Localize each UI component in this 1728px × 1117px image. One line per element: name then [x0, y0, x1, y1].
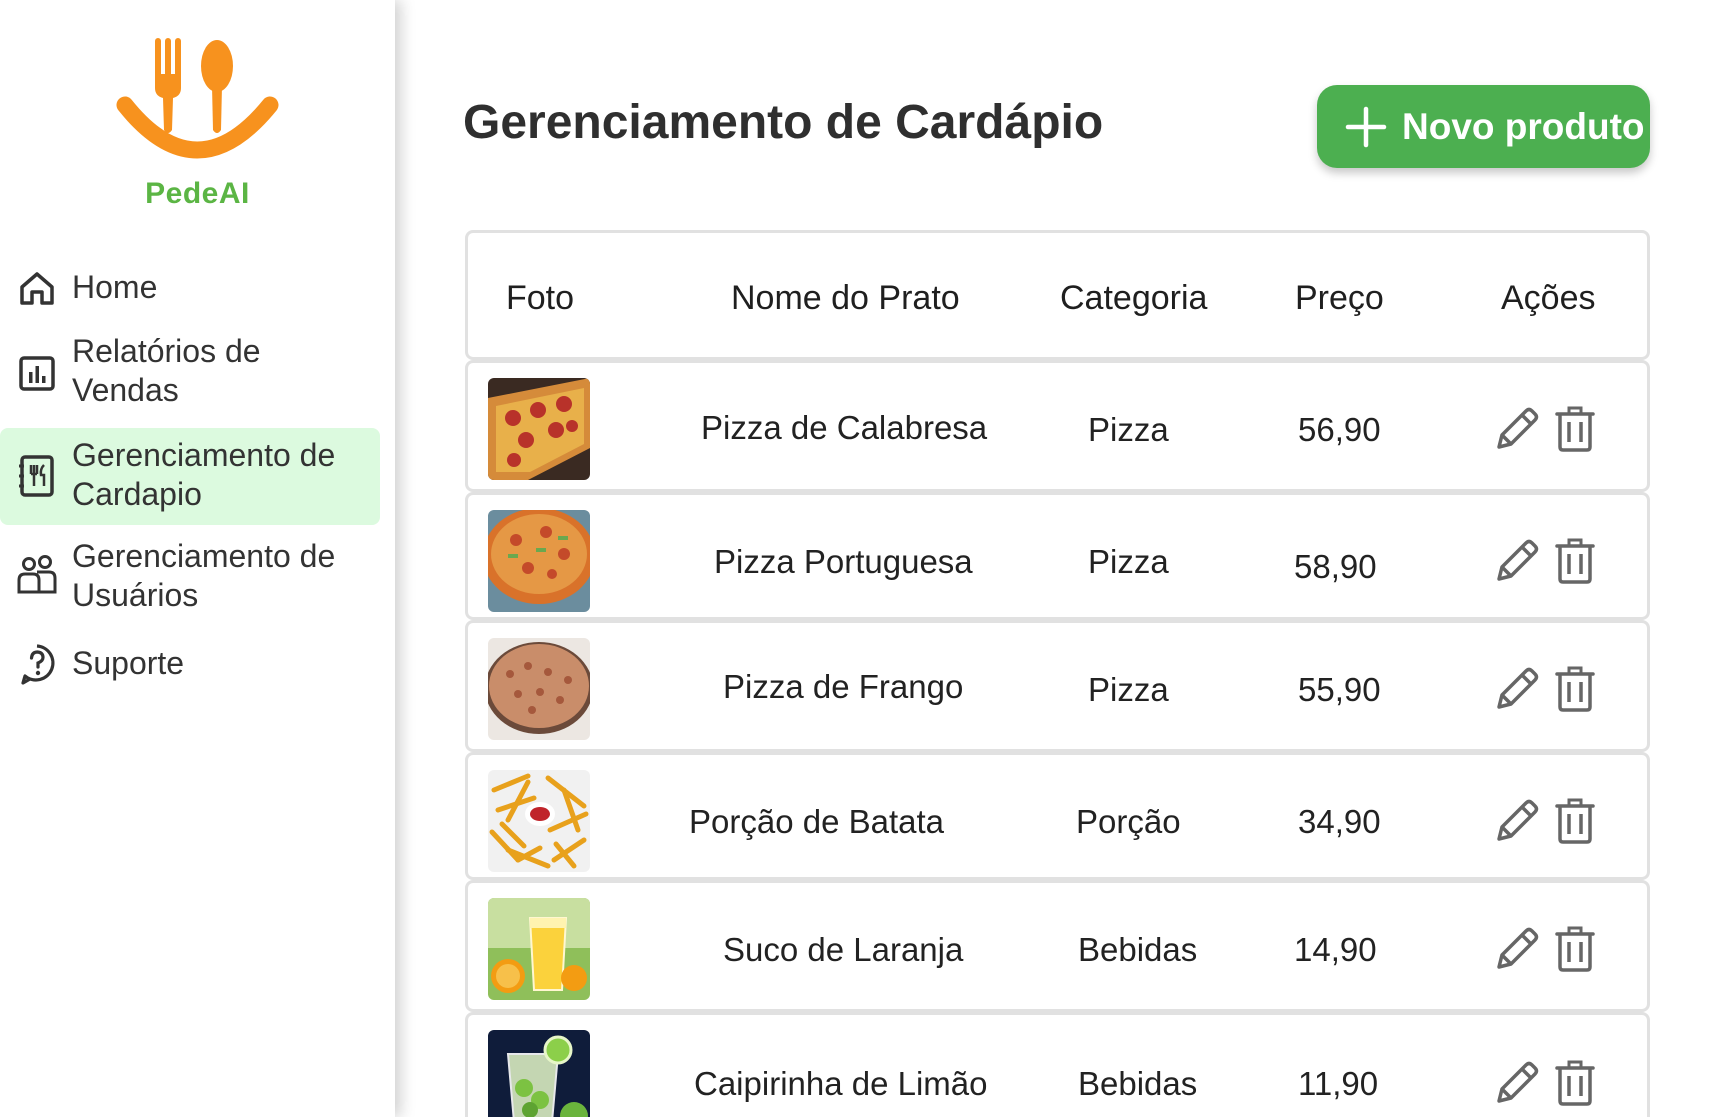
page-title: Gerenciamento de Cardápio	[463, 96, 1104, 149]
table-row: Caipirinha de Limão Bebidas 11,90	[465, 1012, 1650, 1117]
users-icon	[16, 554, 58, 596]
table-row: Pizza Portuguesa Pizza 58,90	[465, 492, 1650, 620]
edit-pencil-icon[interactable]	[1493, 797, 1541, 845]
column-header-preco[interactable]: Preço	[1295, 279, 1384, 318]
row-actions	[1493, 925, 1603, 975]
row-actions	[1493, 537, 1603, 587]
sidebar-item-suporte[interactable]: Suporte	[0, 640, 380, 688]
delete-trash-icon[interactable]	[1551, 1059, 1599, 1107]
bar-chart-icon	[16, 352, 58, 394]
edit-pencil-icon[interactable]	[1493, 537, 1541, 585]
help-circle-icon	[16, 643, 58, 685]
caipirinha-photo	[488, 1030, 590, 1117]
fork-spoon-smile-icon	[116, 38, 279, 159]
sidebar-item-usuarios[interactable]: Gerenciamento de Usuários	[0, 535, 380, 619]
table-header-row: Foto Nome do Prato Categoria Preço Ações	[465, 230, 1650, 360]
sidebar-item-relatorios[interactable]: Relatórios de Vendas	[0, 330, 380, 414]
sidebar-item-home[interactable]: Home	[0, 264, 380, 312]
row-actions	[1493, 405, 1603, 455]
row-category: Porção	[1076, 803, 1181, 840]
new-product-button[interactable]: Novo produto	[1317, 85, 1650, 168]
row-actions	[1493, 1059, 1603, 1109]
batata-frita-photo	[488, 770, 590, 872]
pizza-frango-photo	[488, 638, 590, 740]
table-row: Pizza de Calabresa Pizza 56,90	[465, 360, 1650, 492]
row-name: Pizza Portuguesa	[714, 543, 973, 580]
column-header-foto[interactable]: Foto	[506, 279, 574, 318]
row-price: 58,90	[1294, 548, 1377, 585]
row-name: Pizza de Frango	[723, 668, 964, 705]
row-category: Bebidas	[1078, 1065, 1198, 1102]
edit-pencil-icon[interactable]	[1493, 405, 1541, 453]
row-name: Porção de Batata	[689, 803, 945, 840]
row-price: 34,90	[1298, 803, 1381, 840]
column-header-categoria[interactable]: Categoria	[1060, 279, 1207, 318]
row-category: Pizza	[1088, 543, 1169, 580]
column-header-acoes[interactable]: Ações	[1501, 279, 1596, 318]
row-price: 55,90	[1298, 671, 1381, 708]
suco-laranja-photo	[488, 898, 590, 1000]
row-name: Suco de Laranja	[723, 931, 964, 968]
sidebar: PedeAI Home Relatórios de Vendas Gerenci…	[0, 0, 395, 1117]
menu-book-icon	[16, 455, 58, 497]
delete-trash-icon[interactable]	[1551, 537, 1599, 585]
row-name: Pizza de Calabresa	[701, 409, 988, 446]
new-product-button-label: Novo produto	[1402, 106, 1645, 147]
column-header-nome[interactable]: Nome do Prato	[731, 279, 960, 318]
row-actions	[1493, 665, 1603, 715]
table-row: Porção de Batata Porção 34,90	[465, 752, 1650, 880]
table-row: Pizza de Frango Pizza 55,90	[465, 620, 1650, 752]
sidebar-item-label: Suporte	[72, 645, 185, 681]
edit-pencil-icon[interactable]	[1493, 665, 1541, 713]
sidebar-item-label: Gerenciamento de Usuários	[72, 538, 336, 613]
delete-trash-icon[interactable]	[1551, 925, 1599, 973]
table-row: Suco de Laranja Bebidas 14,90	[465, 880, 1650, 1012]
brand-name: PedeAI	[145, 177, 250, 210]
pizza-portuguesa-photo	[488, 510, 590, 612]
row-name: Caipirinha de Limão	[694, 1065, 988, 1102]
sidebar-item-label: Home	[72, 269, 158, 305]
row-category: Pizza	[1088, 671, 1169, 708]
delete-trash-icon[interactable]	[1551, 665, 1599, 713]
edit-pencil-icon[interactable]	[1493, 925, 1541, 973]
row-price: 56,90	[1298, 411, 1381, 448]
plus-icon	[1345, 106, 1387, 148]
sidebar-item-label: Gerenciamento de Cardapio	[72, 437, 336, 512]
row-category: Pizza	[1088, 411, 1169, 448]
delete-trash-icon[interactable]	[1551, 405, 1599, 453]
pizza-calabresa-photo	[488, 378, 590, 480]
edit-pencil-icon[interactable]	[1493, 1059, 1541, 1107]
row-actions	[1493, 797, 1603, 847]
delete-trash-icon[interactable]	[1551, 797, 1599, 845]
sidebar-item-label: Relatórios de Vendas	[72, 333, 261, 408]
row-price: 14,90	[1294, 931, 1377, 968]
pedeai-logo[interactable]: PedeAI	[115, 30, 280, 215]
row-category: Bebidas	[1078, 931, 1198, 968]
home-icon	[16, 267, 58, 309]
sidebar-item-cardapio[interactable]: Gerenciamento de Cardapio	[0, 428, 380, 525]
row-price: 11,90	[1298, 1065, 1379, 1102]
